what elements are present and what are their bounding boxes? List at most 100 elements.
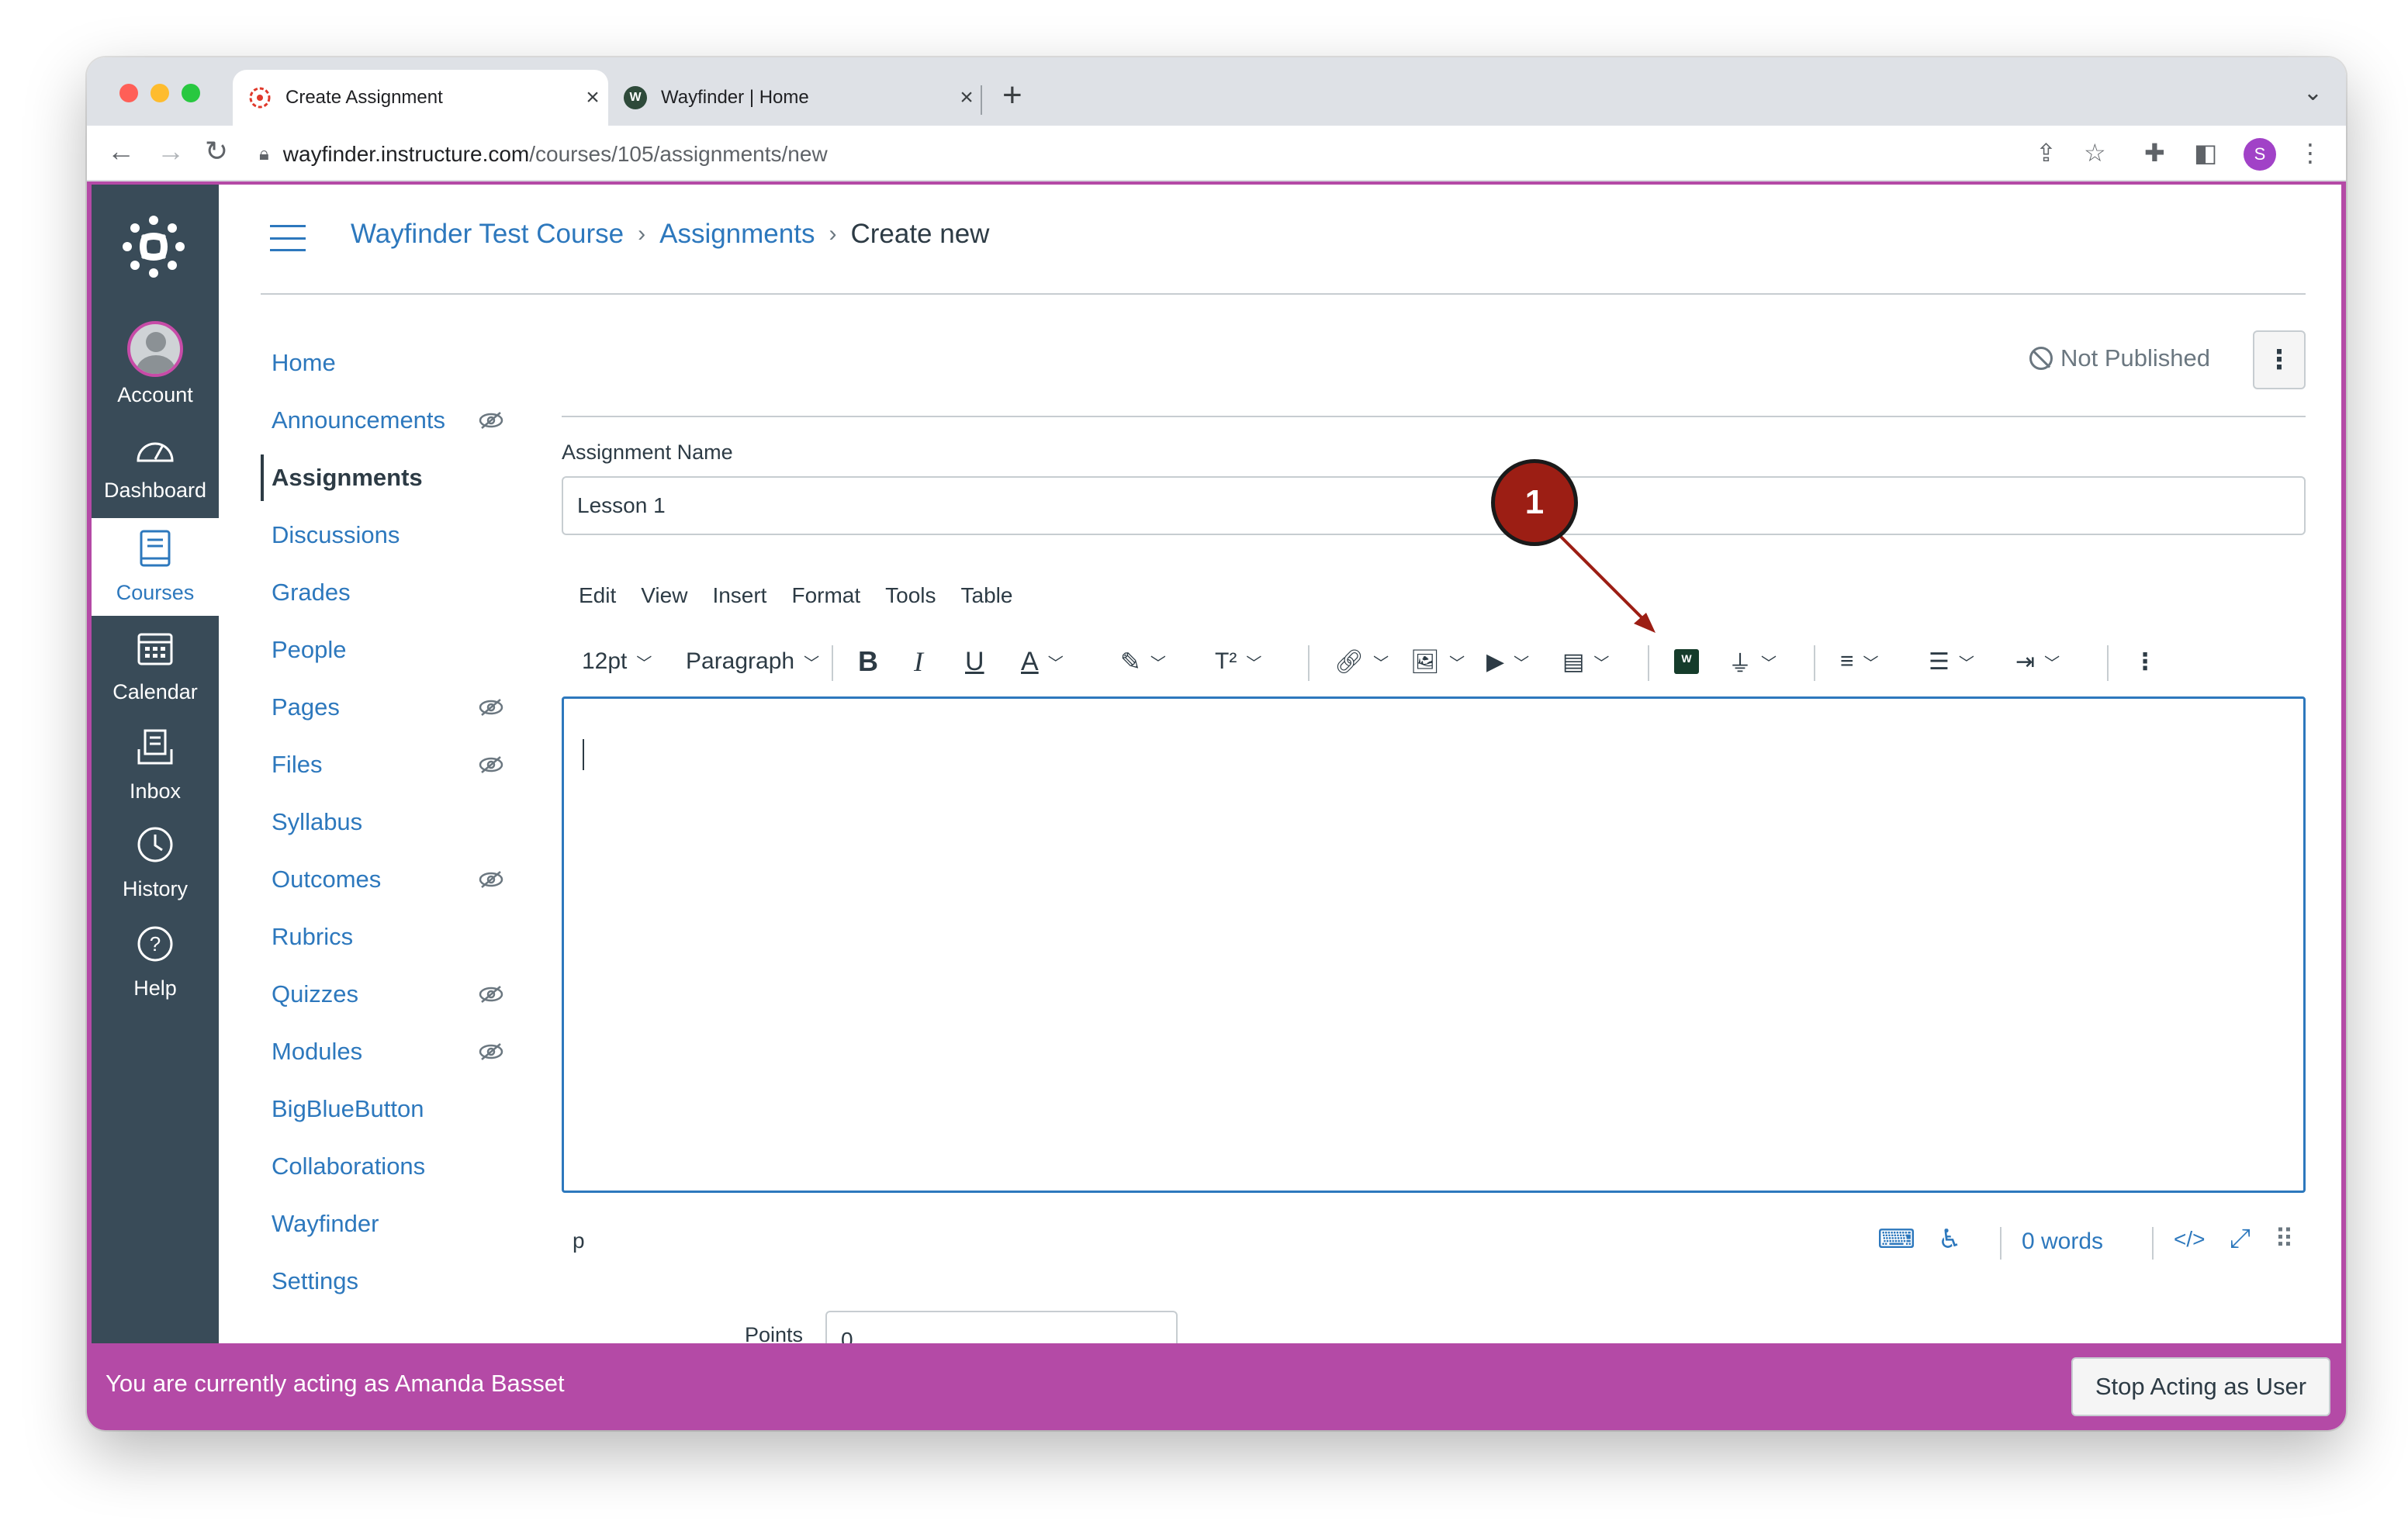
element-path[interactable]: p — [573, 1229, 585, 1253]
indent-icon: ⇥ — [2015, 648, 2036, 675]
course-nav-assignments[interactable]: Assignments — [261, 454, 517, 501]
editor-toolbar: 12pt ﹀ Paragraph ﹀ B I U A ﹀ ✎ ﹀ T² ﹀ 🔗︎ ﹀ 🖼︎ ﹀… — [568, 634, 2306, 690]
back-icon[interactable]: ← — [107, 135, 135, 168]
close-window-button[interactable] — [119, 84, 138, 102]
course-nav-pages[interactable]: Pages — [261, 684, 517, 731]
keyboard-shortcuts-icon[interactable]: ⌨ — [1877, 1224, 1915, 1255]
close-tab-icon[interactable]: × — [951, 85, 982, 111]
global-nav-calendar[interactable]: Calendar — [92, 617, 219, 715]
maximize-window-button[interactable] — [182, 84, 200, 102]
course-nav-quizzes[interactable]: Quizzes — [261, 971, 517, 1018]
forward-icon[interactable]: → — [157, 135, 185, 168]
global-nav-courses[interactable]: Courses — [92, 518, 219, 616]
close-tab-icon[interactable]: × — [577, 85, 608, 111]
course-nav-outcomes[interactable]: Outcomes — [261, 856, 517, 903]
bullet-list-icon: ☰ — [1929, 648, 1950, 675]
course-nav-rubrics[interactable]: Rubrics — [261, 914, 517, 960]
global-nav-history[interactable]: History — [92, 814, 219, 912]
course-nav-announcements[interactable]: Announcements — [261, 397, 517, 444]
new-tab-button[interactable]: + — [1002, 76, 1022, 115]
link-dropdown[interactable]: 🔗︎ ﹀ — [1334, 642, 1389, 681]
menu-insert[interactable]: Insert — [712, 583, 766, 608]
superscript-dropdown[interactable]: T² ﹀ — [1215, 642, 1261, 681]
global-nav-help[interactable]: ? Help — [92, 914, 219, 1011]
breadcrumb-assignments-link[interactable]: Assignments — [659, 219, 815, 250]
minimize-window-button[interactable] — [150, 84, 169, 102]
share-icon[interactable]: ⇪ — [2036, 138, 2057, 168]
profile-avatar[interactable]: S — [2244, 138, 2276, 171]
callout-badge: 1 — [1491, 459, 1578, 546]
breadcrumb-course-link[interactable]: Wayfinder Test Course — [351, 219, 624, 250]
course-nav-toggle-icon[interactable] — [270, 225, 306, 251]
resize-handle-icon[interactable]: ⠿ — [2275, 1224, 2294, 1255]
global-nav-inbox[interactable]: Inbox — [92, 717, 219, 814]
breadcrumb-chevron-icon: › — [829, 221, 837, 247]
tab-create-assignment[interactable]: Create Assignment × — [233, 70, 608, 126]
wayfinder-icon: W — [1674, 649, 1699, 674]
wayfinder-favicon-icon: W — [624, 86, 647, 109]
assignment-name-input[interactable] — [562, 476, 2306, 535]
menu-format[interactable]: Format — [791, 583, 860, 608]
side-panel-icon[interactable]: ◧ — [2194, 138, 2217, 168]
help-question-icon: ? — [136, 924, 175, 972]
image-dropdown[interactable]: 🖼︎ ﹀ — [1410, 642, 1465, 681]
apps-dropdown[interactable]: ⏚ ﹀ — [1728, 642, 1777, 681]
word-count[interactable]: 0 words — [2022, 1229, 2103, 1255]
fullscreen-icon[interactable]: ⤢ — [2230, 1224, 2251, 1254]
canvas-logo-icon[interactable] — [119, 213, 188, 281]
toolbar-separator — [1308, 645, 1310, 681]
highlight-color-dropdown[interactable]: ✎ ﹀ — [1120, 642, 1166, 681]
course-nav-wayfinder[interactable]: Wayfinder — [261, 1201, 517, 1247]
course-nav-modules[interactable]: Modules — [261, 1028, 517, 1075]
underline-icon[interactable]: U — [965, 642, 984, 681]
course-nav-discussions[interactable]: Discussions — [261, 512, 517, 558]
font-size-dropdown[interactable]: 12pt ﹀ — [582, 642, 652, 681]
hidden-eye-icon — [479, 699, 503, 716]
assignment-options-button[interactable]: ⋮ — [2253, 330, 2306, 389]
wayfinder-tool-button[interactable]: W — [1674, 642, 1699, 681]
course-nav-files[interactable]: Files — [261, 741, 517, 788]
course-nav-bigbluebutton[interactable]: BigBlueButton — [261, 1086, 517, 1132]
course-nav-collaborations[interactable]: Collaborations — [261, 1143, 517, 1190]
course-nav-people[interactable]: People — [261, 627, 517, 673]
global-nav-dashboard[interactable]: Dashboard — [92, 417, 219, 515]
chevron-down-icon: ﹀ — [1863, 655, 1879, 672]
tab-wayfinder-home[interactable]: W Wayfinder | Home × — [608, 70, 982, 126]
italic-icon[interactable]: I — [914, 642, 923, 681]
more-tools-icon[interactable]: ⋮ — [2133, 642, 2157, 681]
rich-content-editor[interactable] — [562, 696, 2306, 1193]
text-color-dropdown[interactable]: A ﹀ — [1021, 642, 1064, 681]
text-caret — [583, 739, 584, 770]
menu-tools[interactable]: Tools — [885, 583, 936, 608]
document-dropdown[interactable]: ▤ ﹀ — [1562, 642, 1609, 681]
publish-status-label: Not Published — [2060, 344, 2211, 372]
align-dropdown[interactable]: ≡ ﹀ — [1840, 642, 1879, 681]
course-nav-grades[interactable]: Grades — [261, 569, 517, 616]
media-dropdown[interactable]: ▶︎ ﹀ — [1486, 642, 1529, 681]
indent-dropdown[interactable]: ⇥ ﹀ — [2015, 642, 2060, 681]
stop-acting-button[interactable]: Stop Acting as User — [2071, 1357, 2330, 1416]
extensions-icon[interactable]: ✚ — [2144, 138, 2165, 168]
bookmark-star-icon[interactable]: ☆ — [2084, 138, 2106, 168]
browser-menu-icon[interactable]: ⋮ — [2298, 138, 2323, 168]
inbox-icon — [136, 727, 175, 775]
course-nav-settings[interactable]: Settings — [261, 1258, 517, 1305]
course-nav-home[interactable]: Home — [261, 340, 517, 386]
accessibility-checker-icon[interactable]: ♿︎ — [1938, 1224, 1961, 1255]
assignment-name-label: Assignment Name — [562, 441, 733, 464]
address-bar[interactable]: 🔒︎ wayfinder.instructure.com/courses/105… — [259, 137, 2105, 172]
list-dropdown[interactable]: ☰ ﹀ — [1929, 642, 1974, 681]
course-nav-syllabus[interactable]: Syllabus — [261, 799, 517, 845]
document-icon: ▤ — [1562, 648, 1585, 675]
reload-icon[interactable]: ↻ — [205, 135, 228, 168]
menu-view[interactable]: View — [641, 583, 687, 608]
block-format-dropdown[interactable]: Paragraph ﹀ — [686, 642, 819, 681]
global-nav-label: Help — [133, 976, 177, 1000]
chevron-down-icon: ﹀ — [1958, 655, 1974, 672]
menu-edit[interactable]: Edit — [579, 583, 616, 608]
global-nav-account[interactable]: Account — [92, 315, 219, 413]
bold-icon[interactable]: B — [858, 642, 878, 681]
menu-table[interactable]: Table — [961, 583, 1013, 608]
html-editor-toggle-icon[interactable]: </> — [2174, 1227, 2205, 1252]
tab-search-chevron-icon[interactable]: ⌄ — [2303, 79, 2323, 106]
